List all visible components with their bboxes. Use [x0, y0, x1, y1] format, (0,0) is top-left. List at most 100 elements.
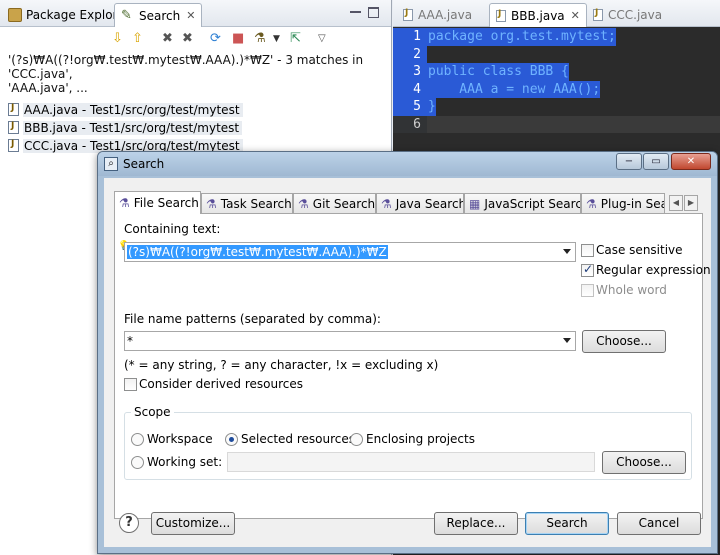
consider-derived-checkbox[interactable]: [124, 378, 137, 391]
scope-working-set-label: Working set:: [147, 455, 223, 469]
previous-match-icon[interactable]: ⇧: [132, 31, 143, 47]
containing-text-label: Containing text:: [124, 222, 221, 236]
search-results: AAA.java - Test1/src/org/test/mytest BBB…: [0, 101, 391, 154]
stop-icon[interactable]: ■: [232, 31, 244, 47]
summary-line: 'AAA.java', ...: [8, 81, 88, 95]
file-name-patterns-combo[interactable]: *: [124, 331, 576, 351]
line-number: 2: [393, 45, 427, 63]
close-icon[interactable]: ✕: [571, 9, 580, 22]
tab-scroll-right-button[interactable]: ▶: [684, 195, 698, 211]
replace-button[interactable]: Replace...: [434, 512, 518, 535]
tab-label: Java Search: [395, 196, 464, 211]
tab-label: BBB.java: [511, 8, 565, 23]
line-text: [427, 46, 428, 64]
java-file-icon: [593, 8, 603, 21]
working-set-choose-button[interactable]: Choose...: [602, 451, 686, 474]
close-icon[interactable]: ✕: [186, 9, 195, 22]
line-text: public class BBB {: [427, 63, 569, 81]
dialog-body: ⚗ File Search ⚗ Task Search ⚗ Git Search…: [104, 178, 711, 547]
chevron-down-icon[interactable]: [563, 338, 571, 343]
tab-file-search[interactable]: ⚗ File Search: [114, 191, 201, 214]
line-text: [427, 116, 428, 134]
plugin-search-icon: ⚗: [586, 196, 597, 211]
tab-java-search[interactable]: ⚗ Java Search: [376, 193, 464, 213]
containing-text-combo[interactable]: (?s)₩A((?!org₩.test₩.mytest₩.AAA).)*₩Z: [124, 242, 576, 262]
tab-label: AAA.java: [418, 8, 473, 22]
regular-expression-checkbox[interactable]: [581, 262, 594, 277]
line-number: 5: [393, 98, 427, 116]
git-search-icon: ⚗: [298, 196, 309, 211]
line-number: 4: [393, 80, 427, 98]
line-text: }: [427, 98, 436, 116]
scope-workspace-radio[interactable]: [131, 433, 144, 446]
scope-group: Scope Workspace Selected resources Enclo…: [124, 405, 692, 480]
summary-line: '(?s)₩A((?!org₩.test₩.mytest₩.AAA).)*₩Z'…: [8, 53, 364, 81]
scope-enclosing-projects-label: Enclosing projects: [366, 432, 475, 446]
file-search-icon: ⚗: [119, 196, 130, 210]
case-sensitive-label: Case sensitive: [596, 243, 683, 257]
line-number: 6: [393, 115, 427, 133]
result-label: BBB.java - Test1/src/org/test/mytest: [23, 120, 243, 135]
consider-derived-label: Consider derived resources: [139, 377, 303, 391]
tab-git-search[interactable]: ⚗ Git Search: [293, 193, 376, 213]
tab-label: JavaScript Search: [484, 196, 581, 211]
tab-ccc-java[interactable]: CCC.java: [587, 3, 668, 27]
dialog-title-bar[interactable]: ⌕ Search − ▭ ✕: [98, 152, 717, 176]
tab-bbb-java[interactable]: BBB.java ✕: [489, 3, 587, 27]
java-file-icon: [8, 121, 19, 134]
tab-label: Git Search: [312, 196, 376, 211]
history-dropdown-icon[interactable]: ▼: [273, 31, 280, 47]
result-item[interactable]: BBB.java - Test1/src/org/test/mytest: [8, 119, 391, 136]
code-line: 1 package org.test.mytest;: [393, 28, 720, 46]
tab-javascript-search[interactable]: ▦ JavaScript Search: [464, 193, 581, 213]
close-button[interactable]: ✕: [671, 153, 711, 170]
line-number: 1: [393, 28, 427, 46]
view-tab-bar: Package Explorer ✎ Search ✕: [0, 0, 391, 27]
code-line: 4 AAA a = new AAA();: [393, 80, 720, 98]
javascript-search-icon: ▦: [469, 196, 481, 211]
whole-word-checkbox[interactable]: [581, 284, 594, 297]
scope-working-set-radio[interactable]: [131, 456, 144, 469]
tab-scroll-left-button[interactable]: ◀: [669, 195, 683, 211]
maximize-button[interactable]: ▭: [643, 153, 669, 170]
pin-icon[interactable]: ⇱: [290, 31, 301, 47]
help-icon[interactable]: ?: [119, 513, 139, 533]
minimize-view-button[interactable]: [350, 7, 361, 13]
minimize-button[interactable]: −: [616, 153, 642, 170]
java-file-icon: [8, 103, 19, 116]
task-search-icon: ⚗: [206, 196, 217, 211]
patterns-choose-button[interactable]: Choose...: [582, 330, 666, 353]
search-tabs: ⚗ File Search ⚗ Task Search ⚗ Git Search…: [114, 191, 703, 214]
case-sensitive-checkbox[interactable]: [581, 244, 594, 257]
working-set-field[interactable]: [227, 452, 595, 472]
chevron-down-icon[interactable]: [563, 249, 571, 254]
search-button[interactable]: Search: [525, 512, 609, 535]
dialog-title: Search: [123, 157, 165, 171]
search-dialog: ⌕ Search − ▭ ✕ ⚗ File Search ⚗ Task Sear…: [97, 151, 718, 554]
maximize-view-button[interactable]: [368, 7, 379, 18]
search-dialog-icon: ⌕: [104, 157, 118, 171]
remove-match-icon[interactable]: ✖: [162, 31, 173, 47]
refresh-icon[interactable]: ⟳: [210, 31, 221, 47]
scope-enclosing-projects-radio[interactable]: [350, 433, 363, 446]
tab-aaa-java[interactable]: AAA.java: [397, 3, 478, 27]
code-line: 6: [393, 115, 720, 134]
result-item[interactable]: AAA.java - Test1/src/org/test/mytest: [8, 101, 391, 118]
code-area[interactable]: 1 package org.test.mytest; 2 3 public cl…: [393, 28, 720, 133]
next-match-icon[interactable]: ⇩: [112, 31, 123, 47]
tab-task-search[interactable]: ⚗ Task Search: [201, 193, 293, 213]
code-line: 2: [393, 45, 720, 64]
tab-plugin-search[interactable]: ⚗ Plug-in Sea: [581, 193, 665, 213]
current-line-highlight: [427, 115, 720, 133]
tab-label: Search: [139, 8, 181, 23]
view-menu-icon[interactable]: ▽: [318, 31, 326, 47]
cancel-button[interactable]: Cancel: [617, 512, 701, 535]
scope-selected-resources-radio[interactable]: [225, 433, 238, 446]
line-number: 3: [393, 63, 427, 81]
result-label: AAA.java - Test1/src/org/test/mytest: [23, 102, 243, 117]
remove-all-matches-icon[interactable]: ✖: [182, 31, 193, 47]
search-history-icon[interactable]: ⚗: [254, 31, 266, 47]
java-search-icon: ⚗: [381, 196, 392, 211]
customize-button[interactable]: Customize...: [151, 512, 235, 535]
tab-search[interactable]: ✎ Search ✕: [114, 3, 203, 27]
